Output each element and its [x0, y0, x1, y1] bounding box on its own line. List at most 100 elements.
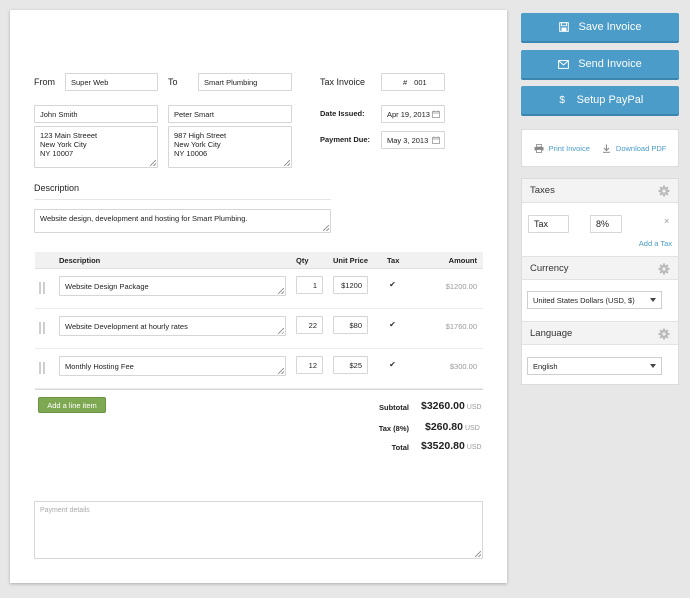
- calendar-icon[interactable]: [432, 110, 440, 118]
- export-panel: Print Invoice Download PDF: [521, 129, 679, 167]
- resize-handle-icon[interactable]: [284, 160, 290, 166]
- tax-total-value: $260.80 USD: [425, 421, 480, 433]
- currency-code: USD: [464, 425, 480, 432]
- remove-tax-icon[interactable]: ×: [664, 216, 669, 226]
- col-amount: Amount: [448, 256, 477, 265]
- chevron-down-icon: [650, 364, 656, 368]
- item-description-field[interactable]: Monthly Hosting Fee: [59, 356, 286, 376]
- invoice-number-field[interactable]: # 001: [381, 73, 445, 91]
- item-unit-price-field[interactable]: $25: [333, 356, 368, 374]
- chevron-down-icon: [650, 298, 656, 302]
- subtotal-value: $3260.00 USD: [421, 400, 482, 412]
- resize-handle-icon[interactable]: [323, 225, 329, 231]
- print-invoice-link[interactable]: Print Invoice: [534, 144, 590, 153]
- payment-due-text: May 3, 2013: [387, 135, 429, 145]
- add-tax-link[interactable]: Add a Tax: [639, 239, 672, 248]
- line-items-header: Description Qty Unit Price Tax Amount: [35, 252, 483, 269]
- from-address-field[interactable]: 123 Main Streeet New York City NY 10007: [34, 126, 158, 168]
- from-name-field[interactable]: John Smith: [34, 105, 158, 123]
- tax-invoice-label: Tax Invoice: [320, 77, 366, 87]
- item-amount: $1200.00: [445, 282, 477, 291]
- from-address-text: 123 Main Streeet New York City NY 10007: [40, 131, 98, 158]
- total-label: Total: [391, 443, 409, 452]
- to-address-field[interactable]: 987 High Street New York City NY 10006: [168, 126, 292, 168]
- to-company-field[interactable]: Smart Plumbing: [198, 73, 292, 91]
- item-qty-field[interactable]: 22: [296, 316, 323, 334]
- resize-handle-icon[interactable]: [278, 328, 284, 334]
- save-invoice-label: Save Invoice: [578, 21, 642, 33]
- description-field[interactable]: Website design, development and hosting …: [34, 209, 331, 233]
- item-description-text: Website Design Package: [65, 281, 149, 291]
- item-unit-price-field[interactable]: $80: [333, 316, 368, 334]
- send-invoice-label: Send Invoice: [578, 58, 642, 70]
- save-icon: [559, 22, 570, 33]
- print-invoice-label: Print Invoice: [548, 143, 590, 153]
- printer-icon: [534, 143, 544, 153]
- save-invoice-button[interactable]: Save Invoice: [521, 13, 679, 43]
- item-qty-field[interactable]: 1: [296, 276, 323, 294]
- download-icon: [602, 144, 610, 153]
- invoice-sheet: From Super Web To Smart Plumbing John Sm…: [10, 10, 507, 583]
- gear-icon[interactable]: [658, 185, 670, 197]
- invoice-number-text: 001: [414, 77, 427, 87]
- resize-handle-icon[interactable]: [278, 288, 284, 294]
- payment-details-field[interactable]: Payment details: [34, 501, 483, 559]
- item-amount: $1760.00: [445, 322, 477, 331]
- dollar-icon: $: [559, 94, 565, 106]
- setup-paypal-button[interactable]: $ Setup PayPal: [521, 86, 679, 116]
- drag-handle-icon[interactable]: [39, 282, 45, 294]
- resize-handle-icon[interactable]: [278, 368, 284, 374]
- language-title: Language: [530, 327, 573, 339]
- date-issued-field[interactable]: Apr 19, 2013: [381, 105, 445, 123]
- subtotal-label: Subtotal: [379, 403, 409, 412]
- item-unit-price-field[interactable]: $1200: [333, 276, 368, 294]
- number-symbol: #: [403, 77, 408, 87]
- col-unit-price: Unit Price: [333, 256, 369, 265]
- item-description-field[interactable]: Website Development at hourly rates: [59, 316, 286, 336]
- tax-amount: $260.80: [425, 421, 463, 433]
- payment-due-field[interactable]: May 3, 2013: [381, 131, 445, 149]
- divider: [34, 199, 331, 200]
- tax-total-label: Tax (8%): [378, 424, 409, 433]
- language-select[interactable]: English: [527, 357, 662, 375]
- download-pdf-label: Download PDF: [615, 143, 667, 153]
- resize-handle-icon[interactable]: [150, 160, 156, 166]
- gear-icon[interactable]: [658, 328, 670, 340]
- envelope-icon: [558, 59, 570, 70]
- col-qty: Qty: [296, 256, 309, 265]
- language-header: Language: [522, 321, 678, 345]
- payment-due-label: Payment Due:: [320, 135, 371, 144]
- add-line-item-button[interactable]: Add a line item: [38, 397, 106, 413]
- table-row: Website Design Package 1 $1200 ✔ $1200.0…: [35, 269, 483, 309]
- date-issued-text: Apr 19, 2013: [387, 109, 430, 119]
- item-qty-field[interactable]: 12: [296, 356, 323, 374]
- item-amount: $300.00: [449, 362, 477, 371]
- item-tax-checkbox[interactable]: ✔: [388, 360, 397, 369]
- language-selected-value: English: [533, 361, 558, 371]
- table-row: Monthly Hosting Fee 12 $25 ✔ $300.00: [35, 349, 483, 389]
- item-description-field[interactable]: Website Design Package: [59, 276, 286, 296]
- item-tax-checkbox[interactable]: ✔: [388, 280, 397, 289]
- to-name-field[interactable]: Peter Smart: [168, 105, 292, 123]
- item-tax-checkbox[interactable]: ✔: [388, 320, 397, 329]
- from-company-field[interactable]: Super Web: [65, 73, 158, 91]
- drag-handle-icon[interactable]: [39, 322, 45, 334]
- gear-icon[interactable]: [658, 263, 670, 275]
- send-invoice-button[interactable]: Send Invoice: [521, 50, 679, 80]
- taxes-title: Taxes: [530, 185, 555, 196]
- currency-code: USD: [466, 404, 482, 411]
- date-issued-label: Date Issued:: [320, 109, 365, 118]
- payment-details-placeholder: Payment details: [40, 507, 90, 514]
- resize-handle-icon[interactable]: [475, 551, 481, 557]
- tax-name-field[interactable]: Tax: [528, 215, 569, 233]
- item-description-text: Monthly Hosting Fee: [65, 361, 134, 371]
- calendar-icon[interactable]: [432, 136, 440, 144]
- total-amount: $3520.80: [421, 440, 465, 452]
- tax-rate-field[interactable]: 8%: [590, 215, 622, 233]
- currency-header: Currency: [522, 256, 678, 280]
- from-label: From: [34, 77, 55, 87]
- drag-handle-icon[interactable]: [39, 362, 45, 374]
- download-pdf-link[interactable]: Download PDF: [602, 144, 666, 153]
- settings-panel: Taxes Tax 8% × Add a Tax Currency United…: [521, 178, 679, 385]
- currency-select[interactable]: United States Dollars (USD, $): [527, 291, 662, 309]
